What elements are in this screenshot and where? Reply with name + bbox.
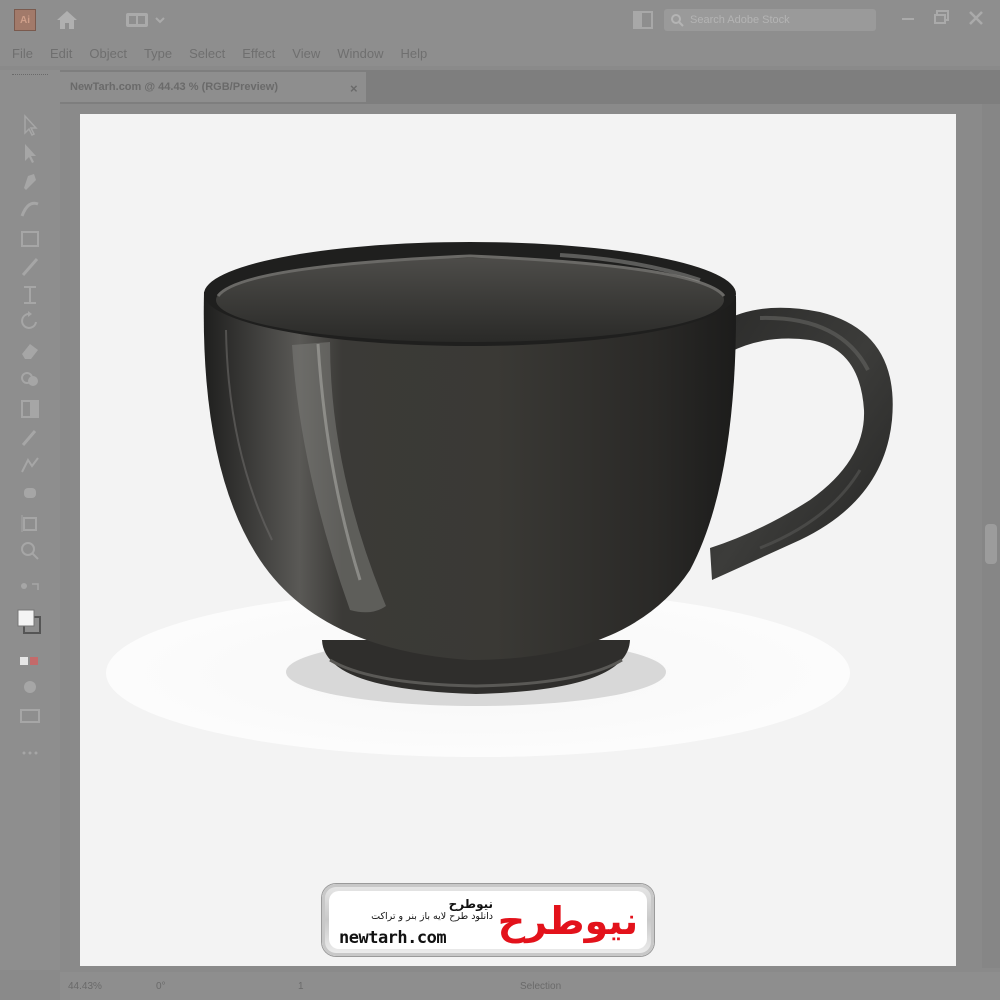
draw-mode-icon[interactable] [16,674,44,700]
status-bar: 44.43% 0° 1 Selection [60,972,1000,1000]
document-tab[interactable]: NewTarh.com @ 44.43 % (RGB/Preview) × [60,72,366,102]
eyedropper-tool-icon[interactable] [16,424,44,450]
pen-tool-icon[interactable] [16,168,44,194]
rotate-tool-icon[interactable] [16,308,44,334]
watermark-site: newtarh.com [339,928,447,948]
watermark-brand-fa: نیوطرح [448,897,493,911]
menu-window[interactable]: Window [337,46,383,61]
menu-view[interactable]: View [292,46,320,61]
panel-grip[interactable] [12,74,48,78]
swap-fill-stroke-icon[interactable] [16,578,44,604]
menu-edit[interactable]: Edit [50,46,72,61]
artboard-number[interactable]: 1 [298,981,304,992]
menu-type[interactable]: Type [144,46,172,61]
rectangle-tool-icon[interactable] [16,226,44,252]
paintbrush-tool-icon[interactable] [16,254,44,280]
minimize-icon[interactable] [896,6,920,30]
fill-stroke-icon[interactable] [16,608,44,638]
screen-mode-icon[interactable] [16,702,44,728]
tools-panel [0,70,60,970]
zoom-level[interactable]: 44.43% [68,981,102,992]
close-window-icon[interactable] [964,6,988,30]
menu-help[interactable]: Help [400,46,427,61]
vertical-scrollbar[interactable] [982,104,1000,968]
menu-object[interactable]: Object [89,46,127,61]
cup-handle [710,307,893,580]
arrange-documents-icon[interactable] [632,10,654,30]
app-titlebar: Ai Search Adobe Stock [0,0,1000,40]
document-tab-title: NewTarh.com @ 44.43 % (RGB/Preview) [70,81,278,93]
watermark-tagline-fa: دانلود طرح لایه باز بنر و تراکت [371,911,493,922]
watermark-logo-fa: نیوطرح [497,899,639,943]
blend-tool-icon[interactable] [16,452,44,478]
search-input[interactable]: Search Adobe Stock [664,9,876,31]
home-icon[interactable] [54,9,80,31]
watermark-inner: نیوطرح دانلود طرح لایه باز بنر و تراکت n… [329,891,647,949]
width-tool-icon[interactable] [16,282,44,308]
artboard-canvas[interactable] [80,114,956,966]
selection-tool-icon[interactable] [16,112,44,138]
shape-builder-tool-icon[interactable] [16,366,44,392]
rotation-value[interactable]: 0° [156,981,166,992]
artboard-tool-icon[interactable] [16,510,44,536]
tab-close-icon[interactable]: × [350,81,358,96]
menu-effect[interactable]: Effect [242,46,275,61]
symbol-sprayer-tool-icon[interactable] [16,480,44,506]
menu-select[interactable]: Select [189,46,225,61]
document-tab-bar: NewTarh.com @ 44.43 % (RGB/Preview) × [60,70,1000,104]
direct-selection-tool-icon[interactable] [16,140,44,166]
current-tool-label: Selection [520,980,562,992]
eraser-tool-icon[interactable] [16,338,44,364]
search-placeholder: Search Adobe Stock [690,14,790,26]
search-icon [671,14,684,27]
curvature-tool-icon[interactable] [16,196,44,222]
menu-bar: File Edit Object Type Select Effect View… [0,40,1000,66]
gradient-tool-icon[interactable] [16,396,44,422]
menu-file[interactable]: File [12,46,33,61]
more-tools-icon[interactable] [16,740,44,766]
color-mode-icon[interactable] [16,648,44,674]
restore-icon[interactable] [930,6,954,30]
watermark-logo: نیوطرح دانلود طرح لایه باز بنر و تراکت n… [322,884,654,956]
cup-artwork [106,242,893,757]
zoom-tool-icon[interactable] [16,538,44,564]
workspace-switcher-icon[interactable] [124,10,170,30]
scrollbar-thumb[interactable] [985,524,997,564]
app-logo: Ai [14,9,36,31]
